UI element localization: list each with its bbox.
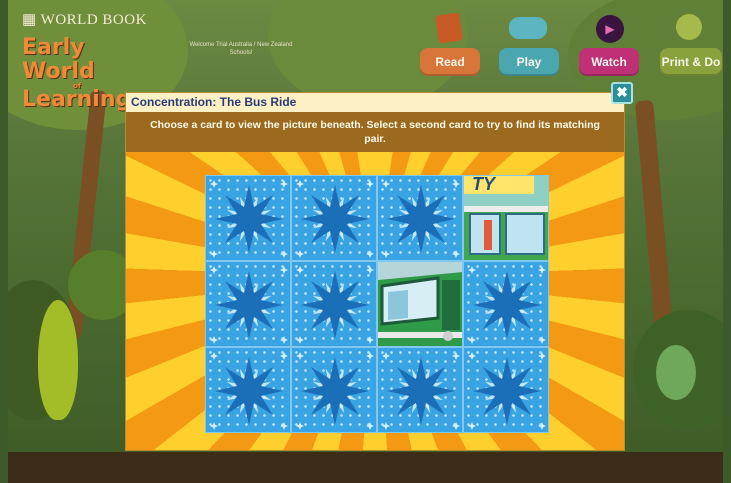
- nav-print-button[interactable]: Print & Do: [660, 48, 722, 76]
- star-icon: [468, 266, 546, 344]
- star-icon: [210, 352, 288, 430]
- memory-card[interactable]: [205, 175, 291, 261]
- star-icon: [210, 180, 288, 258]
- star-icon: [468, 352, 546, 430]
- card-grid: TY: [205, 175, 549, 433]
- memory-card[interactable]: [205, 261, 291, 347]
- frog-prince: [656, 345, 696, 400]
- nav-play-button[interactable]: Play: [499, 48, 559, 76]
- star-icon: [382, 180, 460, 258]
- modal-title: Concentration: The Bus Ride: [126, 93, 624, 112]
- memory-card[interactable]: [463, 347, 549, 433]
- footer-bar: [8, 452, 723, 483]
- gamepad-icon[interactable]: [509, 17, 547, 39]
- card-revealed[interactable]: [377, 261, 463, 347]
- memory-card[interactable]: [291, 261, 377, 347]
- play-icon[interactable]: ▶: [596, 15, 624, 43]
- brand-line-1: Early World: [22, 35, 95, 84]
- nav-watch-button[interactable]: Watch: [579, 48, 639, 76]
- bush: [38, 300, 78, 420]
- star-icon: [296, 266, 374, 344]
- star-icon: [382, 352, 460, 430]
- memory-card[interactable]: [291, 347, 377, 433]
- brand-small: ▦ WORLD BOOK: [22, 12, 147, 28]
- card-revealed[interactable]: TY: [463, 175, 549, 261]
- nav-read-button[interactable]: Read: [420, 48, 480, 76]
- memory-card[interactable]: [463, 261, 549, 347]
- memory-card[interactable]: [291, 175, 377, 261]
- memory-card[interactable]: [377, 347, 463, 433]
- book-icon[interactable]: [435, 12, 463, 44]
- welcome-text: Welcome Trial Australia / New Zealand Sc…: [189, 42, 293, 56]
- pencil-icon[interactable]: [676, 14, 702, 40]
- star-icon: [210, 266, 288, 344]
- memory-card[interactable]: [205, 347, 291, 433]
- game-instructions: Choose a card to view the picture beneat…: [126, 112, 624, 152]
- close-button[interactable]: ✖: [611, 82, 633, 104]
- memory-card[interactable]: [377, 175, 463, 261]
- star-icon: [296, 352, 374, 430]
- star-icon: [296, 180, 374, 258]
